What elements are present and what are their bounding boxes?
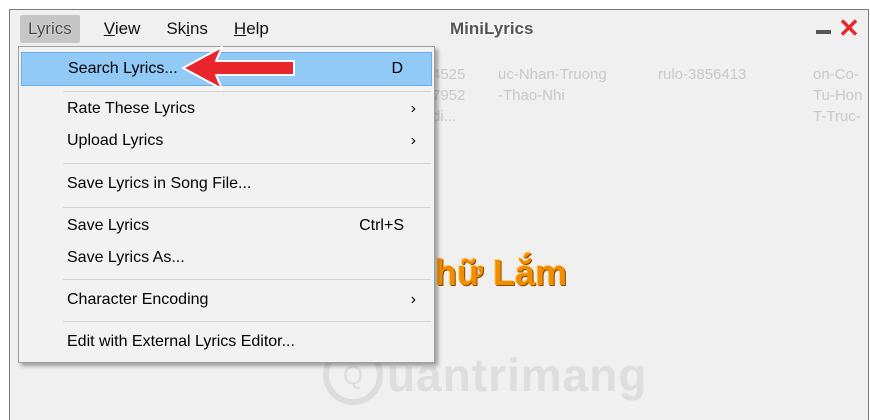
lyrics-title: hữ Lắm xyxy=(435,252,568,293)
menu-view[interactable]: View xyxy=(94,15,151,43)
menu-item-shortcut: D xyxy=(391,60,403,77)
menu-item-character-encoding[interactable]: Character Encoding › xyxy=(21,283,432,317)
menu-item-label: Rate These Lyrics xyxy=(67,100,196,117)
menu-help-mnemonic: H xyxy=(233,19,247,38)
menu-bar: Lyrics View Skins Help xyxy=(10,10,868,48)
menu-item-rate-lyrics[interactable]: Rate These Lyrics › xyxy=(21,92,432,126)
minimize-icon[interactable] xyxy=(816,30,831,34)
menu-separator xyxy=(63,207,431,208)
menu-item-upload-lyrics[interactable]: Upload Lyrics › xyxy=(21,124,432,158)
background-text-col2: uc-Nhan-Truong -Thao-Nhi xyxy=(498,66,607,104)
menu-item-save-in-song-file[interactable]: Save Lyrics in Song File... xyxy=(21,167,432,201)
menu-separator xyxy=(63,279,431,280)
red-arrow-icon xyxy=(182,46,295,90)
menu-help-rest: elp xyxy=(246,19,269,38)
background-text-col1: 4525 7952 di... xyxy=(432,66,466,125)
menu-skins-rest: ns xyxy=(189,19,208,38)
menu-view-mnemonic: V xyxy=(103,19,115,38)
background-text-col4: on-Co- Tu-Hon T-Truc- xyxy=(813,66,863,125)
menu-item-label: Upload Lyrics xyxy=(67,132,164,149)
background-text-col3: rulo-3856413 xyxy=(658,66,747,83)
menu-lyrics[interactable]: Lyrics xyxy=(20,15,80,43)
menu-item-label: Edit with External Lyrics Editor... xyxy=(67,333,295,350)
menu-item-label: Character Encoding xyxy=(67,291,209,308)
menu-item-save-lyrics[interactable]: Save Lyrics Ctrl+S xyxy=(21,209,432,243)
menu-item-shortcut: Ctrl+S xyxy=(359,217,404,234)
menu-item-save-lyrics-as[interactable]: Save Lyrics As... xyxy=(21,241,432,275)
menu-item-label: Save Lyrics As... xyxy=(67,249,185,266)
menu-skins[interactable]: Skins xyxy=(156,15,218,43)
menu-help[interactable]: Help xyxy=(224,15,279,43)
menu-separator xyxy=(63,321,431,322)
submenu-chevron-icon: › xyxy=(410,132,416,149)
menu-item-external-editor[interactable]: Edit with External Lyrics Editor... xyxy=(21,325,432,359)
app-title: MiniLyrics xyxy=(450,19,534,38)
menu-separator xyxy=(63,163,431,164)
menu-skins-pre: Sk xyxy=(166,19,187,38)
menu-view-rest: iew xyxy=(114,19,141,38)
menu-item-label: Save Lyrics xyxy=(67,217,150,234)
menu-item-label: Search Lyrics... xyxy=(68,60,178,77)
close-icon[interactable]: ✕ xyxy=(838,14,860,42)
submenu-chevron-icon: › xyxy=(410,100,416,117)
menu-item-label: Save Lyrics in Song File... xyxy=(67,175,252,192)
submenu-chevron-icon: › xyxy=(410,291,416,308)
